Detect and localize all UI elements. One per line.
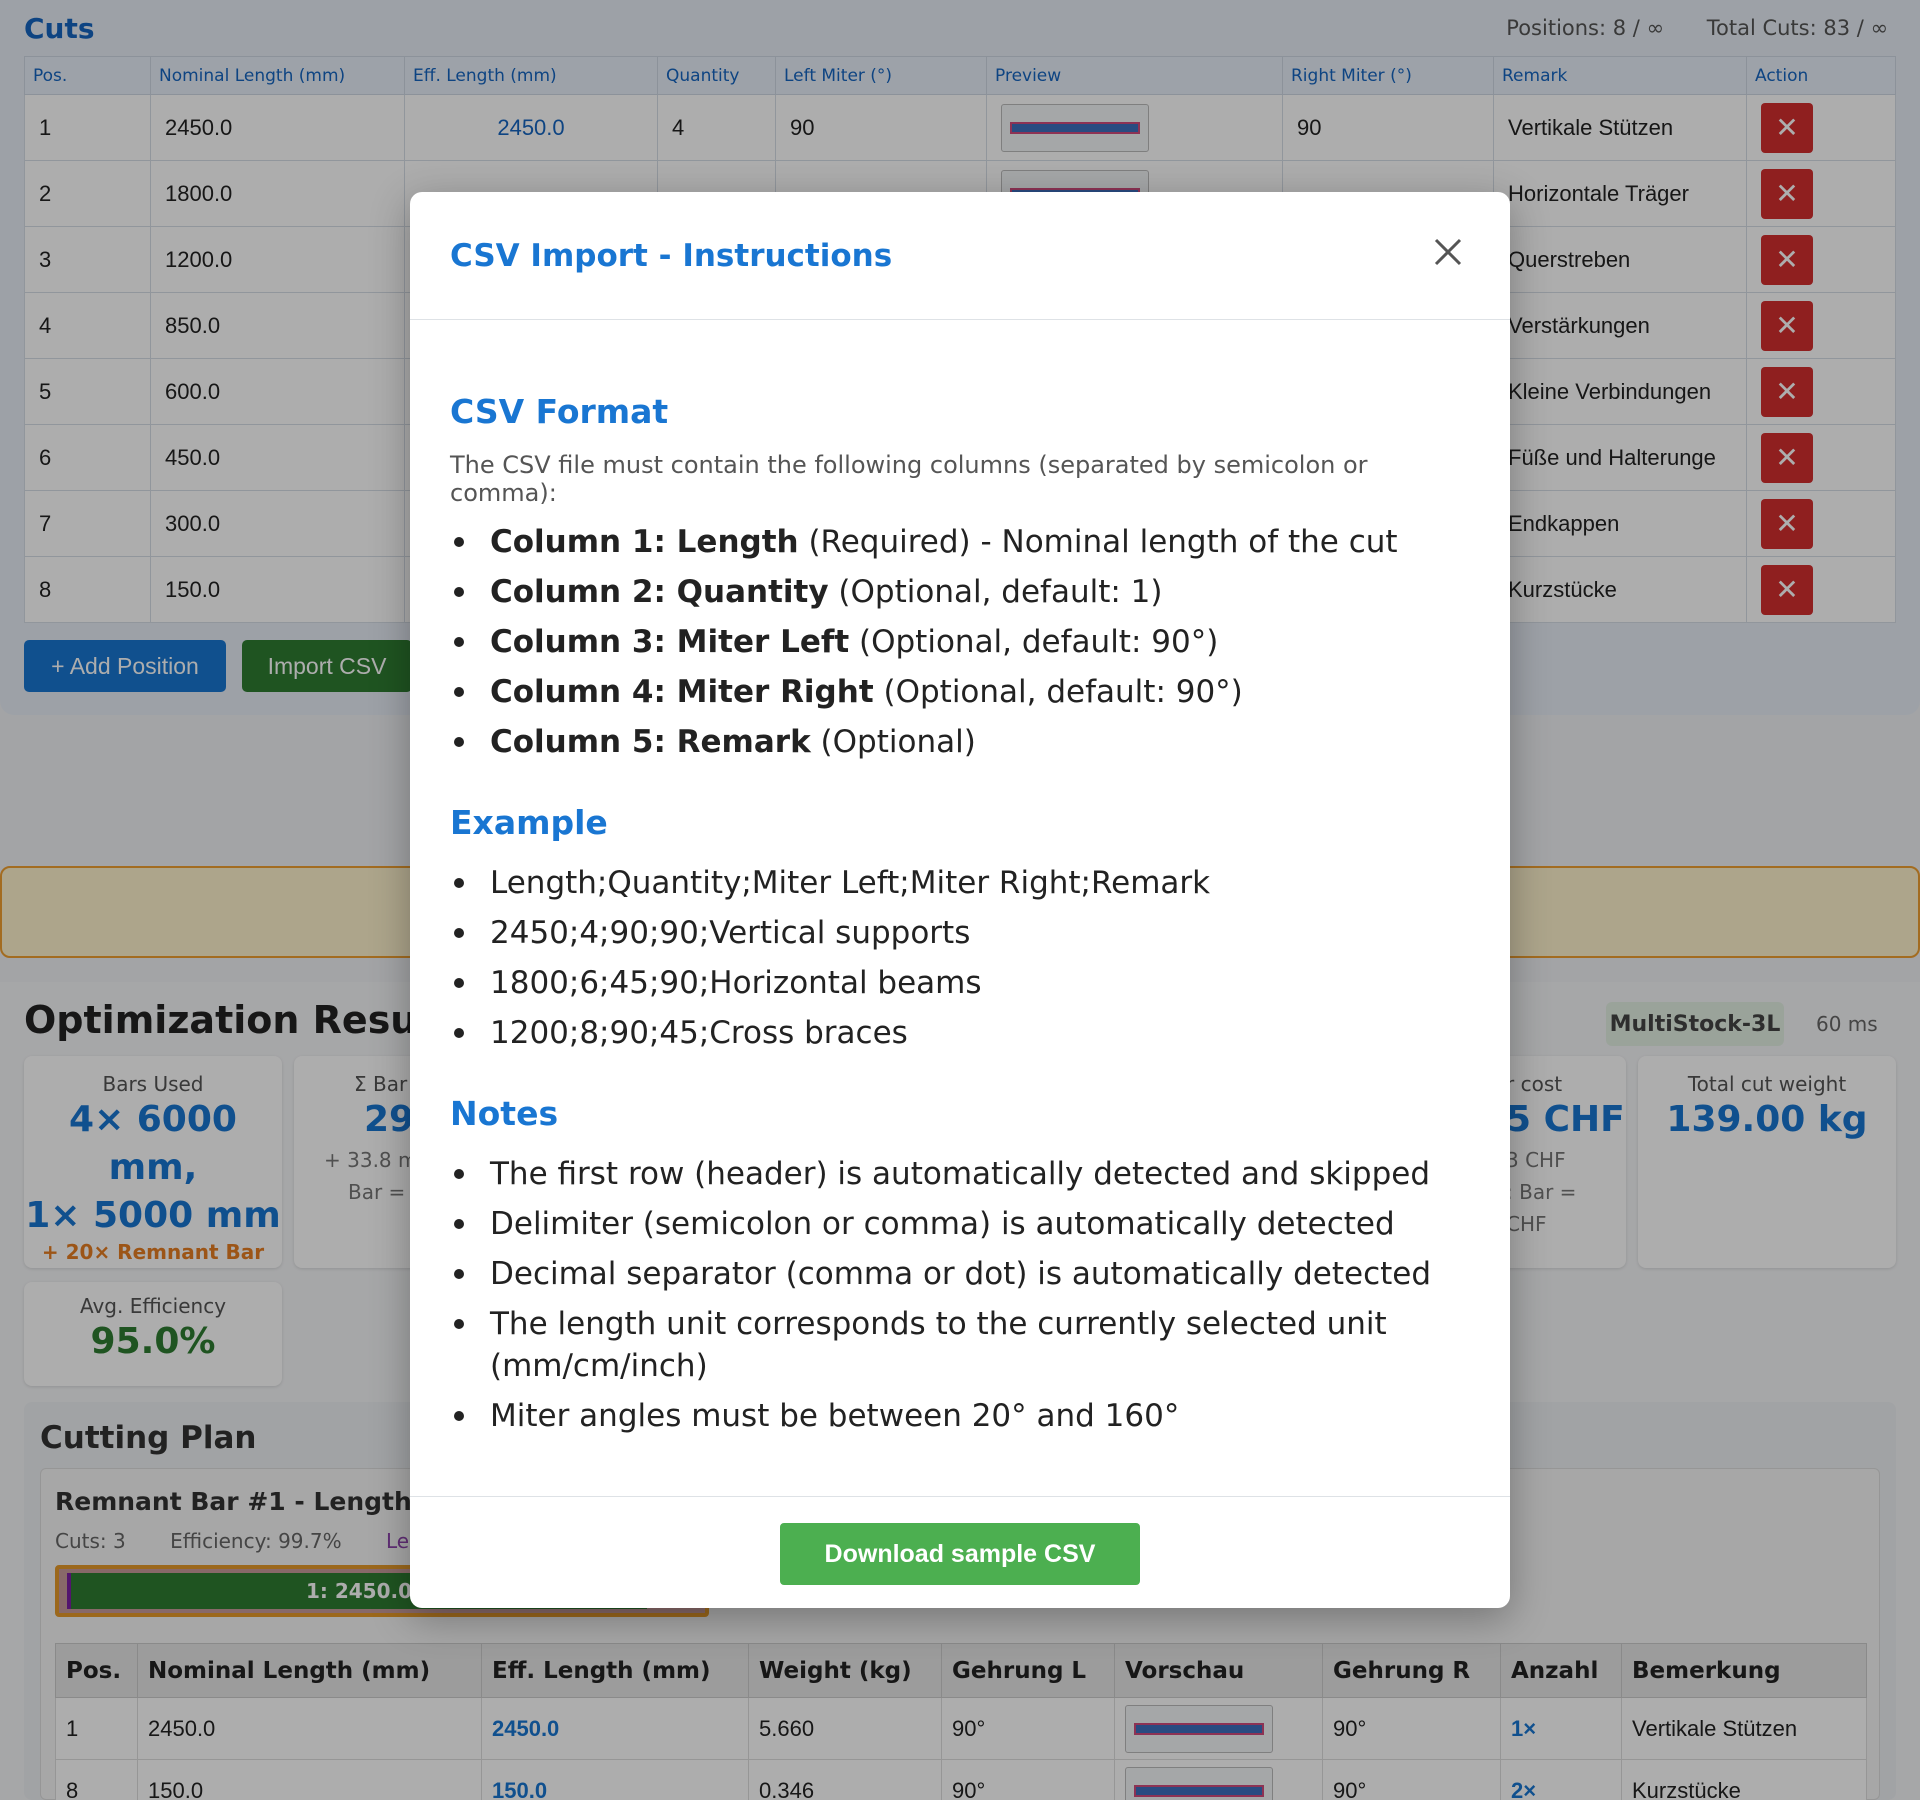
column-name: Column 1: Length: [490, 524, 799, 560]
note-item: The length unit corresponds to the curre…: [450, 1303, 1470, 1387]
modal-footer: Download sample CSV: [410, 1496, 1510, 1608]
column-item: Column 1: Length (Required) - Nominal le…: [450, 521, 1470, 563]
column-desc: (Optional, default: 1): [828, 574, 1163, 610]
column-name: Column 3: Miter Left: [490, 624, 850, 660]
column-item: Column 3: Miter Left (Optional, default:…: [450, 621, 1470, 663]
note-item: Decimal separator (comma or dot) is auto…: [450, 1253, 1470, 1295]
column-desc: (Optional): [810, 724, 976, 760]
example-list: Length;Quantity;Miter Left;Miter Right;R…: [450, 862, 1470, 1054]
column-desc: (Optional, default: 90°): [873, 674, 1243, 710]
csv-import-modal: CSV Import - Instructions CSV Format The…: [410, 192, 1510, 1608]
csv-format-intro: The CSV file must contain the following …: [450, 451, 1368, 507]
column-name: Column 4: Miter Right: [490, 674, 874, 710]
example-item: 1200;8;90;45;Cross braces: [450, 1012, 1470, 1054]
example-item: 2450;4;90;90;Vertical supports: [450, 912, 1470, 954]
example-item: 1800;6;45;90;Horizontal beams: [450, 962, 1470, 1004]
download-sample-csv-button[interactable]: Download sample CSV: [780, 1523, 1140, 1585]
column-item: Column 2: Quantity (Optional, default: 1…: [450, 571, 1470, 613]
modal-body: CSV Format The CSV file must contain the…: [450, 392, 1470, 1477]
close-icon[interactable]: [1428, 232, 1468, 272]
example-heading: Example: [450, 803, 608, 842]
note-item: Miter angles must be between 20° and 160…: [450, 1395, 1470, 1437]
csv-format-heading: CSV Format: [450, 392, 669, 431]
column-desc: (Optional, default: 90°): [849, 624, 1219, 660]
note-item: The first row (header) is automatically …: [450, 1153, 1470, 1195]
column-desc: (Required) - Nominal length of the cut: [798, 524, 1398, 560]
column-item: Column 5: Remark (Optional): [450, 721, 1470, 763]
notes-list: The first row (header) is automatically …: [450, 1153, 1470, 1437]
example-item: Length;Quantity;Miter Left;Miter Right;R…: [450, 862, 1470, 904]
note-item: Delimiter (semicolon or comma) is automa…: [450, 1203, 1470, 1245]
column-list: Column 1: Length (Required) - Nominal le…: [450, 521, 1470, 763]
column-name: Column 2: Quantity: [490, 574, 829, 610]
notes-heading: Notes: [450, 1094, 559, 1133]
modal-title: CSV Import - Instructions: [450, 238, 893, 274]
modal-header: CSV Import - Instructions: [410, 192, 1510, 320]
column-name: Column 5: Remark: [490, 724, 811, 760]
column-item: Column 4: Miter Right (Optional, default…: [450, 671, 1470, 713]
